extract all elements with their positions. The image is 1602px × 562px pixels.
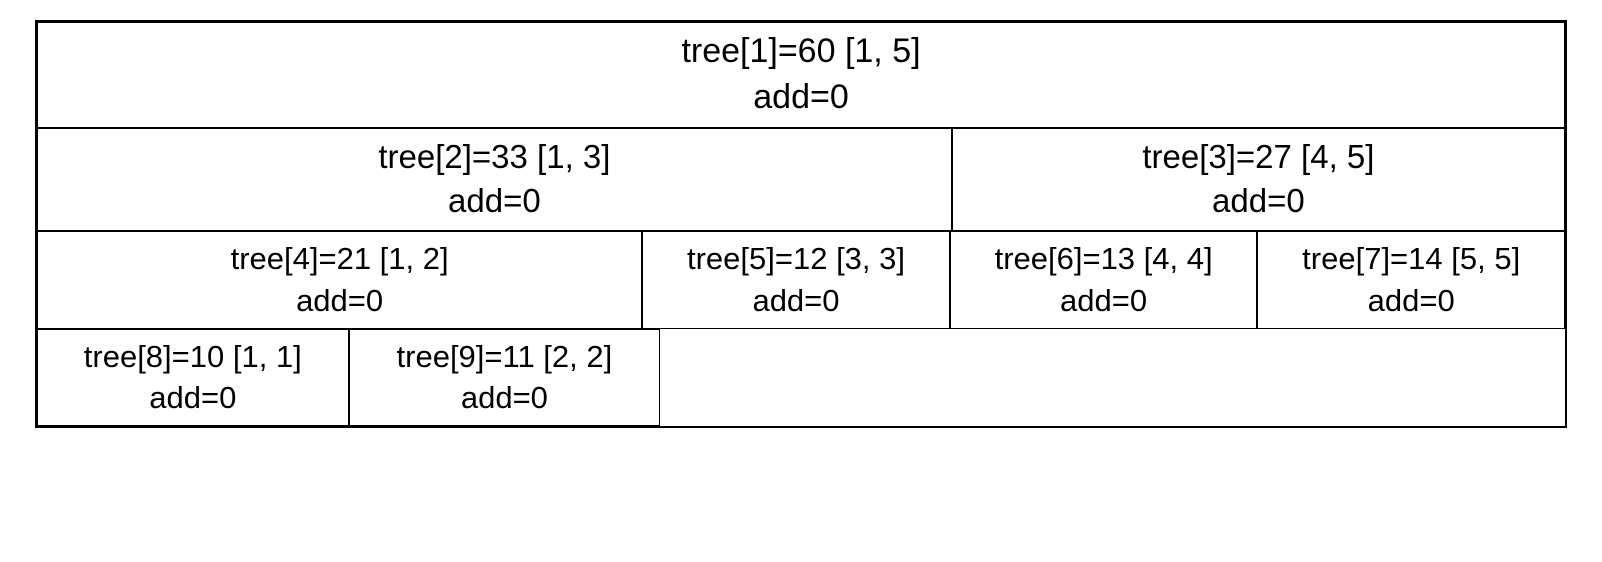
tree-node-1: tree[1]=60 [1, 5] add=0 [37,22,1565,128]
node-add-value: add=0 [1368,280,1455,322]
node-add-value: add=0 [752,280,839,322]
node-add-value: add=0 [1212,179,1305,224]
tree-level-4: tree[8]=10 [1, 1] add=0 tree[9]=11 [2, 2… [37,329,1565,427]
tree-node-2: tree[2]=33 [1, 3] add=0 [37,128,952,231]
node-value-range: tree[5]=12 [3, 3] [687,238,905,280]
node-add-value: add=0 [296,280,383,322]
node-add-value: add=0 [461,377,548,419]
node-value-range: tree[9]=11 [2, 2] [397,336,613,378]
node-add-value: add=0 [1060,280,1147,322]
tree-level-2: tree[2]=33 [1, 3] add=0 tree[3]=27 [4, 5… [37,128,1565,231]
node-value-range: tree[1]=60 [1, 5] [681,29,920,75]
tree-node-5: tree[5]=12 [3, 3] add=0 [642,231,950,329]
node-add-value: add=0 [149,377,236,419]
node-value-range: tree[8]=10 [1, 1] [84,336,302,378]
segment-tree-diagram: tree[1]=60 [1, 5] add=0 tree[2]=33 [1, 3… [35,20,1567,428]
node-value-range: tree[4]=21 [1, 2] [231,238,449,280]
empty-space [660,329,1565,427]
tree-level-1: tree[1]=60 [1, 5] add=0 [37,22,1565,128]
tree-node-6: tree[6]=13 [4, 4] add=0 [950,231,1258,329]
tree-node-4: tree[4]=21 [1, 2] add=0 [37,231,642,329]
tree-node-9: tree[9]=11 [2, 2] add=0 [349,329,661,427]
tree-node-8: tree[8]=10 [1, 1] add=0 [37,329,349,427]
node-add-value: add=0 [753,75,849,121]
node-value-range: tree[7]=14 [5, 5] [1302,238,1520,280]
node-value-range: tree[6]=13 [4, 4] [995,238,1213,280]
node-add-value: add=0 [448,179,541,224]
node-value-range: tree[2]=33 [1, 3] [378,135,610,180]
tree-node-7: tree[7]=14 [5, 5] add=0 [1257,231,1565,329]
tree-node-3: tree[3]=27 [4, 5] add=0 [952,128,1565,231]
node-value-range: tree[3]=27 [4, 5] [1142,135,1374,180]
tree-level-3: tree[4]=21 [1, 2] add=0 tree[5]=12 [3, 3… [37,231,1565,329]
